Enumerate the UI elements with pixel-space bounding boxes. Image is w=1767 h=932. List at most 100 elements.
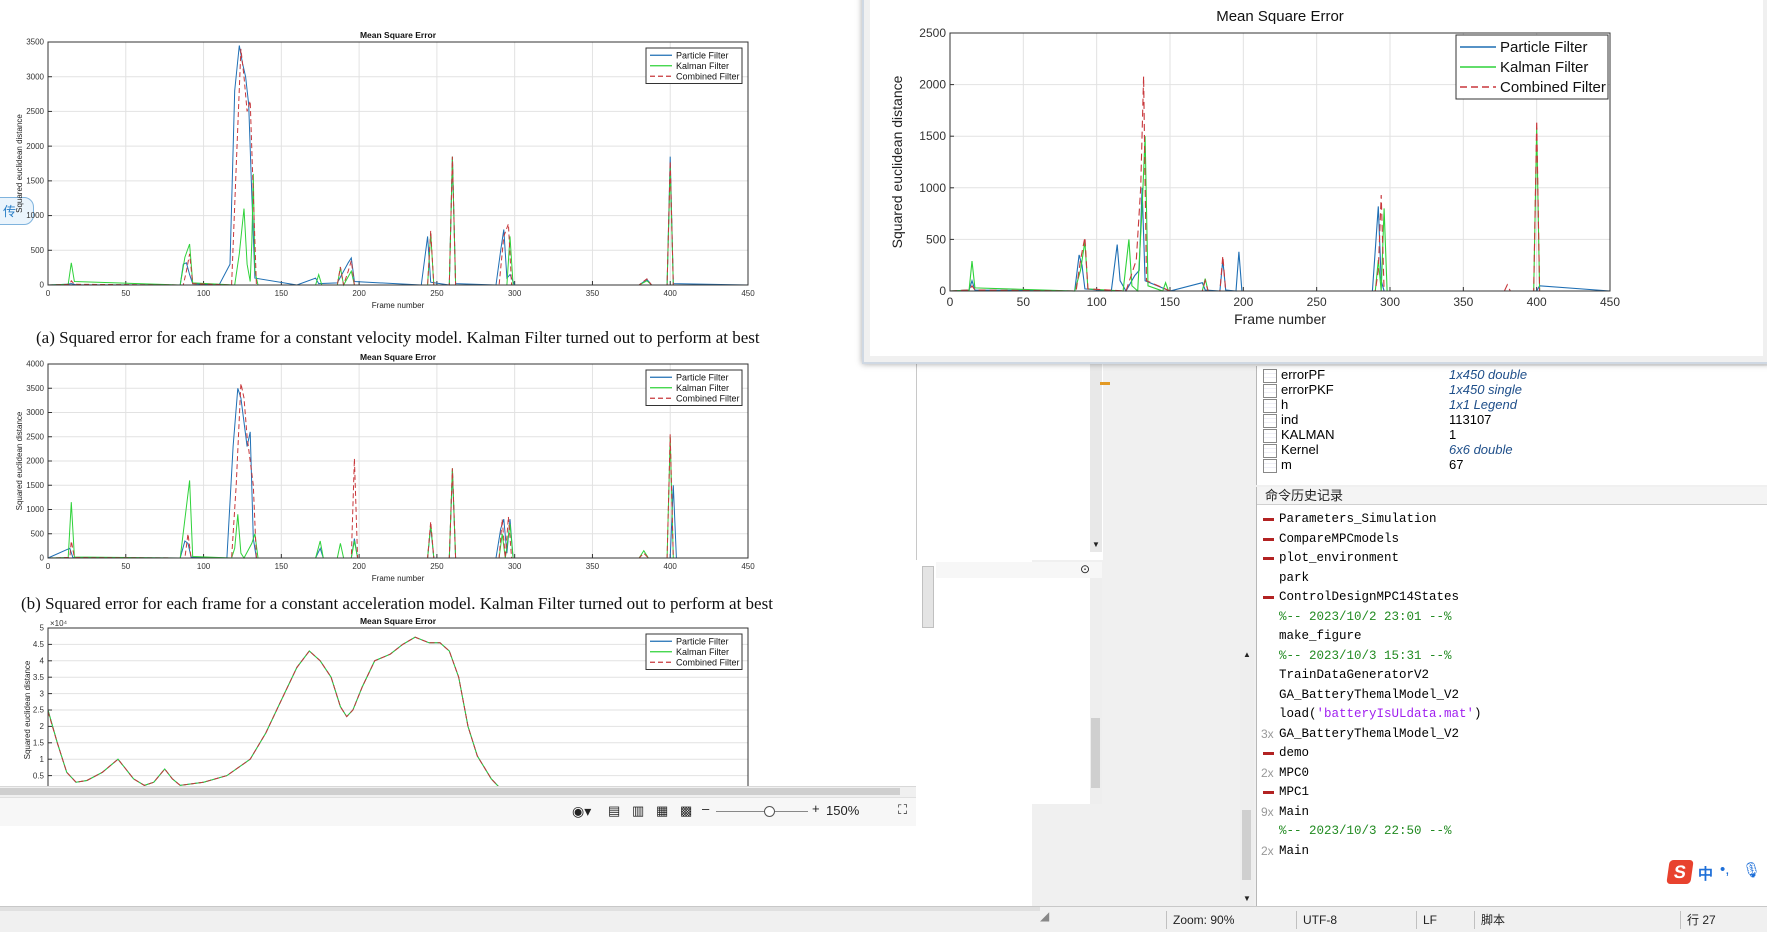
resize-grip-icon[interactable]: ◢: [1040, 909, 1049, 923]
y-tick-label: 4.5: [33, 640, 45, 649]
history-entry[interactable]: park: [1257, 568, 1767, 589]
command-window-body[interactable]: [936, 578, 1102, 804]
pdf-h-scroll-thumb[interactable]: [0, 788, 900, 795]
history-scroll-thumb[interactable]: [1242, 810, 1251, 880]
y-tick-label: 0: [939, 284, 946, 298]
zoom-slider-handle[interactable]: [764, 806, 775, 817]
history-entry[interactable]: %-- 2023/10/3 22:50 --%: [1257, 821, 1767, 842]
editor-pane-scrollbar[interactable]: ▼: [1090, 360, 1102, 552]
zoom-in-button[interactable]: +: [812, 801, 820, 816]
pdf-h-scrollbar[interactable]: [0, 786, 916, 797]
legend-entry: Kalman Filter: [1500, 59, 1588, 76]
variable-name: h: [1281, 397, 1289, 412]
legend-entry: Particle Filter: [1500, 39, 1588, 56]
ime-mode-label[interactable]: 中: [1698, 863, 1713, 884]
variable-type-icon: [1263, 414, 1277, 428]
history-entry[interactable]: load('batteryIsULdata.mat'): [1257, 704, 1767, 725]
history-command: Main: [1279, 804, 1310, 819]
variable-type-icon: [1263, 444, 1277, 458]
history-entry[interactable]: %-- 2023/10/3 15:31 --%: [1257, 646, 1767, 667]
x-tick-label: 150: [275, 289, 289, 298]
command-window-pane: ⊙: [936, 562, 1102, 579]
history-command: GA_BatteryThemalModel_V2: [1279, 726, 1460, 741]
status-zoom: Zoom: 90%: [1166, 911, 1297, 929]
fit-page-icon[interactable]: ⛶: [898, 802, 907, 818]
x-tick-label: 400: [664, 289, 678, 298]
legend-entry: Combined Filter: [1500, 79, 1606, 96]
microphone-icon[interactable]: 🎙: [1742, 861, 1761, 879]
y-tick-label: 0: [40, 554, 45, 563]
history-entry[interactable]: %-- 2023/10/2 23:01 --%: [1257, 607, 1767, 628]
two-page-icon[interactable]: ▦: [656, 803, 668, 819]
history-entry[interactable]: make_figure: [1257, 626, 1767, 647]
zoom-slider[interactable]: [716, 806, 808, 817]
plot-area: [48, 42, 748, 285]
variable-name: errorPF: [1281, 367, 1326, 382]
command-window-scroll-thumb[interactable]: [1091, 718, 1100, 788]
chart-title: Mean Square Error: [360, 616, 437, 626]
history-entry[interactable]: demo: [1257, 743, 1767, 764]
splitter-handle[interactable]: [922, 566, 934, 628]
y-tick-label: 4000: [26, 360, 44, 369]
history-entry[interactable]: 9x Main: [1257, 802, 1767, 823]
y-axis-label: Squared euclidean distance: [889, 75, 905, 248]
x-tick-label: 100: [1087, 295, 1107, 309]
legend-entry: Combined Filter: [676, 657, 740, 667]
x-tick-label: 300: [508, 289, 522, 298]
history-command: MPC0: [1279, 765, 1310, 780]
caption-a: (a) Squared error for each frame for a c…: [36, 328, 760, 347]
history-entry[interactable]: 3x GA_BatteryThemalModel_V2: [1257, 724, 1767, 745]
variable-value: 1x450 single: [1449, 382, 1522, 397]
chart-title: Mean Square Error: [1216, 8, 1344, 25]
history-entry[interactable]: TrainDataGeneratorV2: [1257, 665, 1767, 686]
history-entry[interactable]: MPC1: [1257, 782, 1767, 803]
single-page-icon[interactable]: ▤: [608, 803, 620, 819]
grid-page-icon[interactable]: ▩: [680, 803, 692, 819]
plot-c: 0.5 1 1.5 2 2.5 3 3.5 4 4.5 5 Mean Square Error Squ…: [10, 614, 755, 786]
x-tick-label: 200: [352, 289, 366, 298]
scroll-down-arrow[interactable]: ▼: [1243, 894, 1251, 903]
error-marker: [1263, 557, 1274, 560]
legend-entry: Particle Filter: [676, 636, 729, 646]
history-entry[interactable]: plot_environment: [1257, 548, 1767, 569]
y-tick-label: 2000: [26, 457, 44, 466]
scroll-up-arrow[interactable]: ▲: [1243, 650, 1251, 659]
y-tick-label: 1.5: [33, 738, 45, 747]
zoom-out-button[interactable]: –: [702, 801, 709, 816]
eye-icon[interactable]: ◉▾: [572, 803, 591, 820]
chart-title: Mean Square Error: [360, 30, 437, 40]
ime-toolbar[interactable]: S 中 •, 🎙: [1666, 860, 1767, 886]
x-tick-label: 200: [352, 562, 366, 571]
history-scrollbar[interactable]: ▲ ▼: [1240, 650, 1254, 906]
history-entry[interactable]: 2x MPC0: [1257, 763, 1767, 784]
caption-b: (b) Squared error for each frame for a c…: [21, 594, 773, 613]
chart-title: Mean Square Error: [360, 352, 437, 362]
pane-menu-icon[interactable]: ⊙: [1080, 562, 1090, 576]
history-entry[interactable]: CompareMPCmodels: [1257, 529, 1767, 550]
zoom-level[interactable]: 150%: [826, 803, 859, 818]
legend-entry: Combined Filter: [676, 71, 740, 81]
history-entry[interactable]: Parameters_Simulation: [1257, 509, 1767, 530]
continuous-page-icon[interactable]: ▥: [632, 803, 644, 819]
variable-value: 1x450 double: [1449, 367, 1528, 382]
pdf-viewer: 传 0 50 100 150 200 250 300 350 400 450 0 500 1000 150…: [0, 0, 916, 906]
punctuation-icon[interactable]: •,: [1720, 861, 1729, 878]
variable-type-icon: [1263, 384, 1277, 398]
workspace-variable-row[interactable]: m 67: [1257, 457, 1767, 474]
history-entry[interactable]: 2x Main: [1257, 841, 1767, 862]
scroll-down-arrow[interactable]: ▼: [1092, 540, 1100, 549]
x-tick-label: 300: [508, 562, 522, 571]
x-tick-label: 50: [1017, 295, 1031, 309]
command-window-scrollbar[interactable]: [1090, 578, 1102, 804]
y-tick-label: 2500: [919, 26, 946, 40]
repeat-count: 2x: [1261, 765, 1274, 780]
history-entry[interactable]: GA_BatteryThemalModel_V2: [1257, 685, 1767, 706]
y-tick-label: 2000: [26, 142, 44, 151]
command-history-title: 命令历史记录: [1257, 487, 1767, 505]
variable-value: 1: [1449, 427, 1457, 442]
x-axis-label: Frame number: [372, 574, 425, 582]
history-entry[interactable]: ControlDesignMPC14States: [1257, 587, 1767, 608]
legend: Particle FilterKalman FilterCombined Fil…: [645, 633, 743, 670]
figure-window[interactable]: 0 50 100 150 200 250 300 350 400 450 0 500 1000 1500 2…: [862, 0, 1767, 364]
y-tick-label: 2000: [919, 78, 946, 92]
